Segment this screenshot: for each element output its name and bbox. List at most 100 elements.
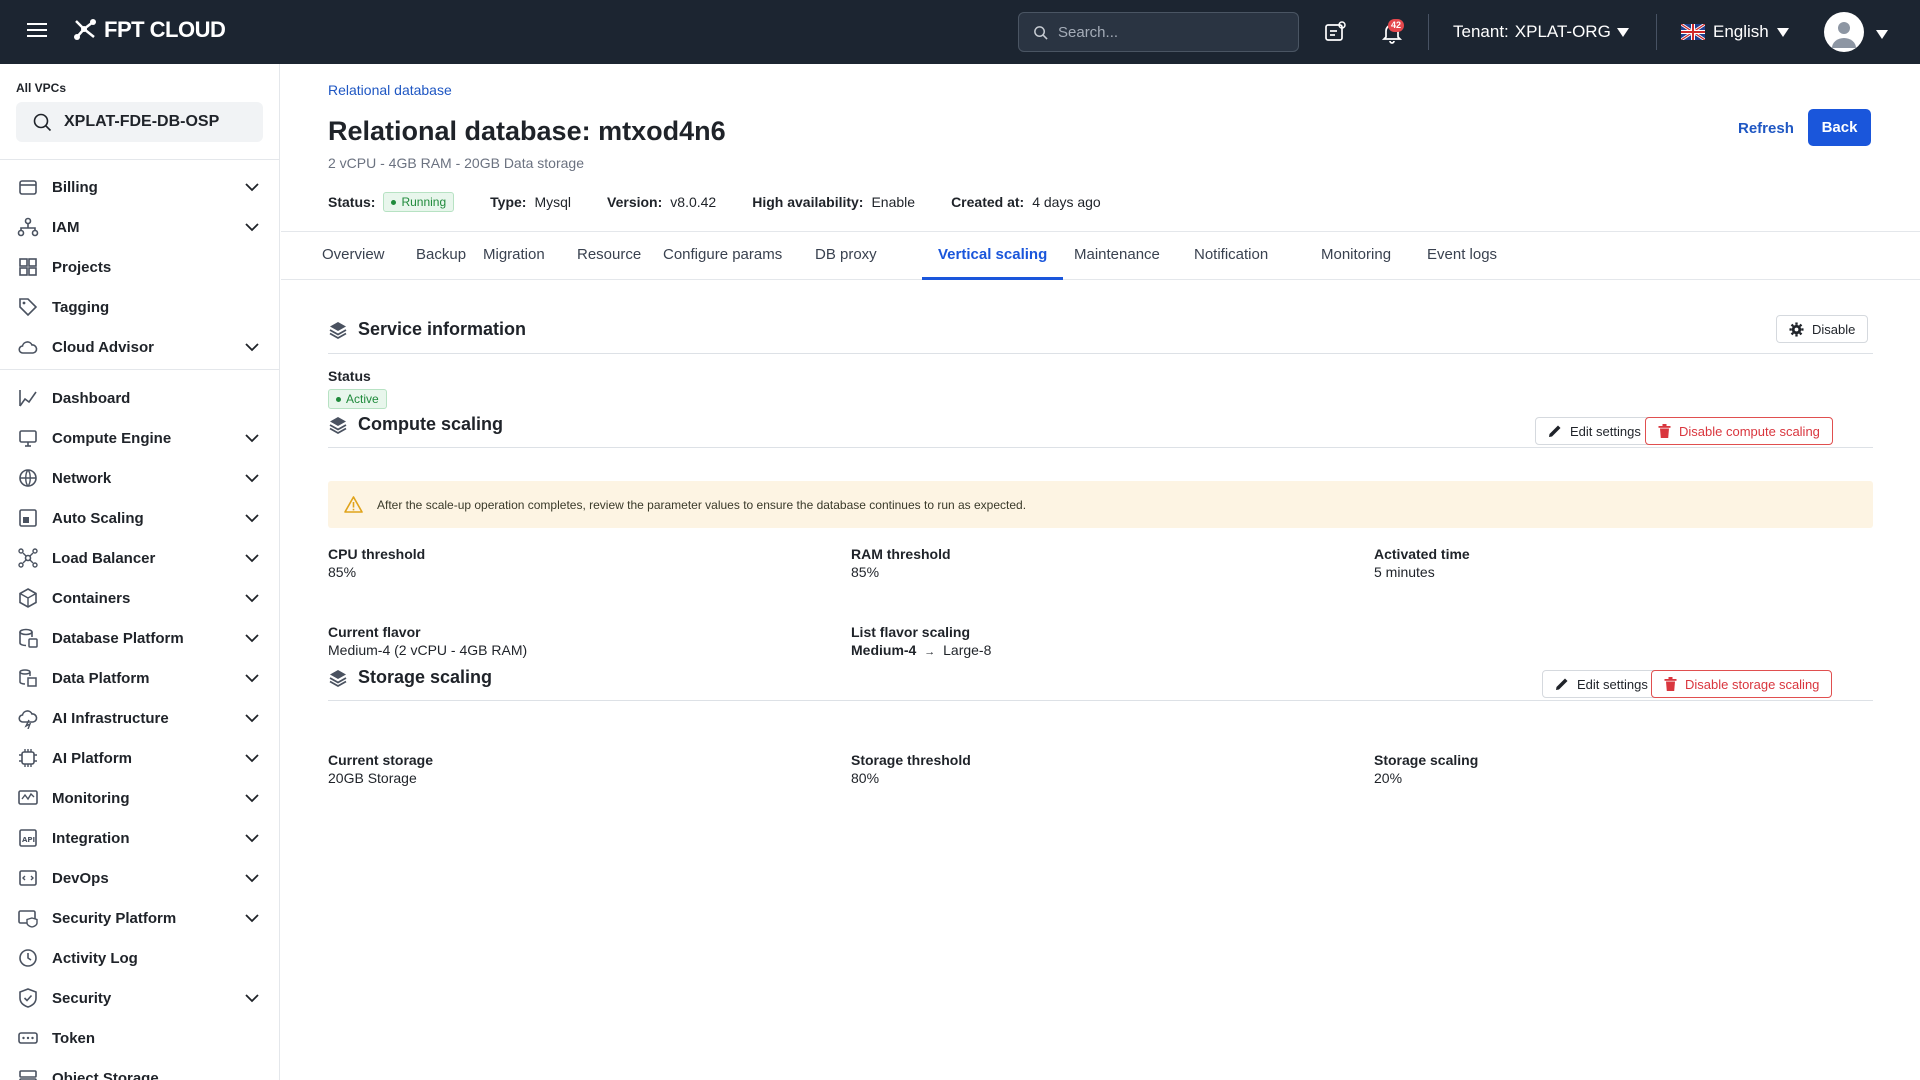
sidebar-item-compute-engine[interactable]: Compute Engine <box>0 418 279 458</box>
sidebar-item-iam[interactable]: IAM <box>0 207 279 247</box>
sidebar-item-security[interactable]: Security <box>0 978 279 1018</box>
tenant-selector[interactable]: Tenant: XPLAT-ORG <box>1453 22 1629 42</box>
compute-scaling-title: Compute scaling <box>358 414 504 434</box>
list-flavor-label: List flavor scaling <box>851 624 971 640</box>
sidebar-item-data-platform[interactable]: Data Platform <box>0 658 279 698</box>
svg-text:API: API <box>22 836 35 844</box>
sidebar-item-load-balancer[interactable]: Load Balancer <box>0 538 279 578</box>
db-meta: Status: Running Type: Mysql Version: v8.… <box>328 192 1137 212</box>
disable-compute-label: Disable compute scaling <box>1679 423 1820 439</box>
chevron-down-icon[interactable] <box>244 590 260 606</box>
version-value: v8.0.42 <box>670 194 717 210</box>
chevron-down-icon[interactable] <box>244 179 260 195</box>
vpc-label: All VPCs <box>16 81 67 95</box>
sidebar-item-containers[interactable]: Containers <box>0 578 279 618</box>
compute-scaling-header: Compute scaling <box>328 414 503 435</box>
security-platform-icon <box>17 907 39 929</box>
breadcrumb[interactable]: Relational database <box>328 82 452 98</box>
projects-icon <box>17 256 39 278</box>
chevron-down-icon[interactable] <box>244 219 260 235</box>
chevron-down-icon[interactable] <box>244 990 260 1006</box>
page-subtitle: 2 vCPU - 4GB RAM - 20GB Data storage <box>328 155 584 171</box>
user-avatar[interactable] <box>1824 12 1864 52</box>
chevron-down-icon[interactable] <box>244 470 260 486</box>
sidebar-item-integration[interactable]: API Integration <box>0 818 279 858</box>
tab-notification[interactable]: Notification <box>1178 232 1284 280</box>
chevron-down-icon[interactable] <box>244 870 260 886</box>
tab-migration[interactable]: Migration <box>467 232 561 280</box>
sidebar-item-database-platform[interactable]: Database Platform <box>0 618 279 658</box>
sidebar-item-cloud-advisor[interactable]: Cloud Advisor <box>0 327 279 367</box>
divider <box>328 353 1873 354</box>
chevron-down-icon[interactable] <box>244 630 260 646</box>
chevron-down-icon[interactable] <box>244 430 260 446</box>
integration-icon: API <box>17 827 39 849</box>
global-search[interactable] <box>1018 12 1299 52</box>
security-icon <box>17 987 39 1009</box>
version-label: Version: <box>607 194 663 210</box>
chevron-down-icon[interactable] <box>244 670 260 686</box>
refresh-button[interactable]: Refresh <box>1728 110 1804 146</box>
tab-maintenance[interactable]: Maintenance <box>1058 232 1176 280</box>
edit-compute-settings-button[interactable]: Edit settings <box>1535 417 1654 445</box>
support-ticket-icon[interactable] <box>1323 20 1347 44</box>
sidebar-item-label: Cloud Advisor <box>52 338 154 356</box>
chevron-down-icon[interactable] <box>244 510 260 526</box>
tab-db-proxy[interactable]: DB proxy <box>799 232 893 280</box>
sidebar-item-object-storage[interactable]: Object Storage <box>0 1058 279 1080</box>
disable-compute-scaling-button[interactable]: Disable compute scaling <box>1645 417 1833 445</box>
disable-service-button[interactable]: Disable <box>1776 315 1869 343</box>
brand-name: FPT CLOUD <box>104 17 226 42</box>
chevron-down-icon[interactable] <box>244 339 260 355</box>
sidebar-item-label: Integration <box>52 829 130 847</box>
top-bar: FPT CLOUD 42 Tenant: XPLAT-ORG English <box>0 0 1920 64</box>
ai-infrastructure-icon <box>17 707 39 729</box>
tab-vertical-scaling[interactable]: Vertical scaling <box>922 232 1064 280</box>
sidebar-item-devops[interactable]: DevOps <box>0 858 279 898</box>
chevron-down-icon[interactable] <box>244 910 260 926</box>
disable-storage-scaling-button[interactable]: Disable storage scaling <box>1651 670 1833 698</box>
sidebar-item-billing[interactable]: Billing <box>0 167 279 207</box>
chevron-down-icon[interactable] <box>244 830 260 846</box>
divider <box>0 159 279 160</box>
sidebar-item-projects[interactable]: Projects <box>0 247 279 287</box>
tab-overview[interactable]: Overview <box>306 232 401 280</box>
vpc-selector[interactable]: XPLAT-FDE-DB-OSP <box>16 102 263 142</box>
sidebar-item-activity-log[interactable]: Activity Log <box>0 938 279 978</box>
user-menu-caret-icon[interactable] <box>1876 26 1888 44</box>
sidebar-item-tagging[interactable]: Tagging <box>0 287 279 327</box>
sidebar: All VPCs XPLAT-FDE-DB-OSP Billing IAM Proj… <box>0 64 280 1080</box>
back-button[interactable]: Back <box>1808 109 1871 146</box>
sidebar-item-monitoring[interactable]: Monitoring <box>0 778 279 818</box>
service-status-badge: Active <box>328 389 387 409</box>
sidebar-item-label: Security <box>52 989 112 1007</box>
caret-down-icon <box>1776 27 1789 37</box>
chevron-down-icon[interactable] <box>244 710 260 726</box>
tab-configure-params[interactable]: Configure params <box>647 232 798 280</box>
activated-time-value: 5 minutes <box>1374 564 1435 580</box>
tab-monitoring[interactable]: Monitoring <box>1305 232 1407 280</box>
chevron-down-icon[interactable] <box>244 550 260 566</box>
language-selector[interactable]: English <box>1681 22 1789 42</box>
edit-storage-settings-button[interactable]: Edit settings <box>1542 670 1661 698</box>
tab-event-logs[interactable]: Event logs <box>1411 232 1513 280</box>
divider <box>328 700 1873 701</box>
activity-log-icon <box>17 947 39 969</box>
sidebar-item-token[interactable]: Token <box>0 1018 279 1058</box>
hamburger-menu-icon[interactable] <box>26 20 52 44</box>
service-info-header: Service information <box>328 319 526 340</box>
sidebar-item-network[interactable]: Network <box>0 458 279 498</box>
chevron-down-icon[interactable] <box>244 790 260 806</box>
sidebar-item-auto-scaling[interactable]: Auto Scaling <box>0 498 279 538</box>
logo[interactable]: FPT CLOUD <box>72 17 226 43</box>
flavor-from: Medium-4 <box>851 642 917 658</box>
sidebar-item-label: Database Platform <box>52 629 184 647</box>
sidebar-item-security-platform[interactable]: Security Platform <box>0 898 279 938</box>
search-input[interactable] <box>1058 23 1278 41</box>
tab-resource[interactable]: Resource <box>561 232 657 280</box>
sidebar-item-label: Activity Log <box>52 949 138 967</box>
sidebar-item-ai-infrastructure[interactable]: AI Infrastructure <box>0 698 279 738</box>
sidebar-item-ai-platform[interactable]: AI Platform <box>0 738 279 778</box>
sidebar-item-dashboard[interactable]: Dashboard <box>0 378 279 418</box>
chevron-down-icon[interactable] <box>244 750 260 766</box>
